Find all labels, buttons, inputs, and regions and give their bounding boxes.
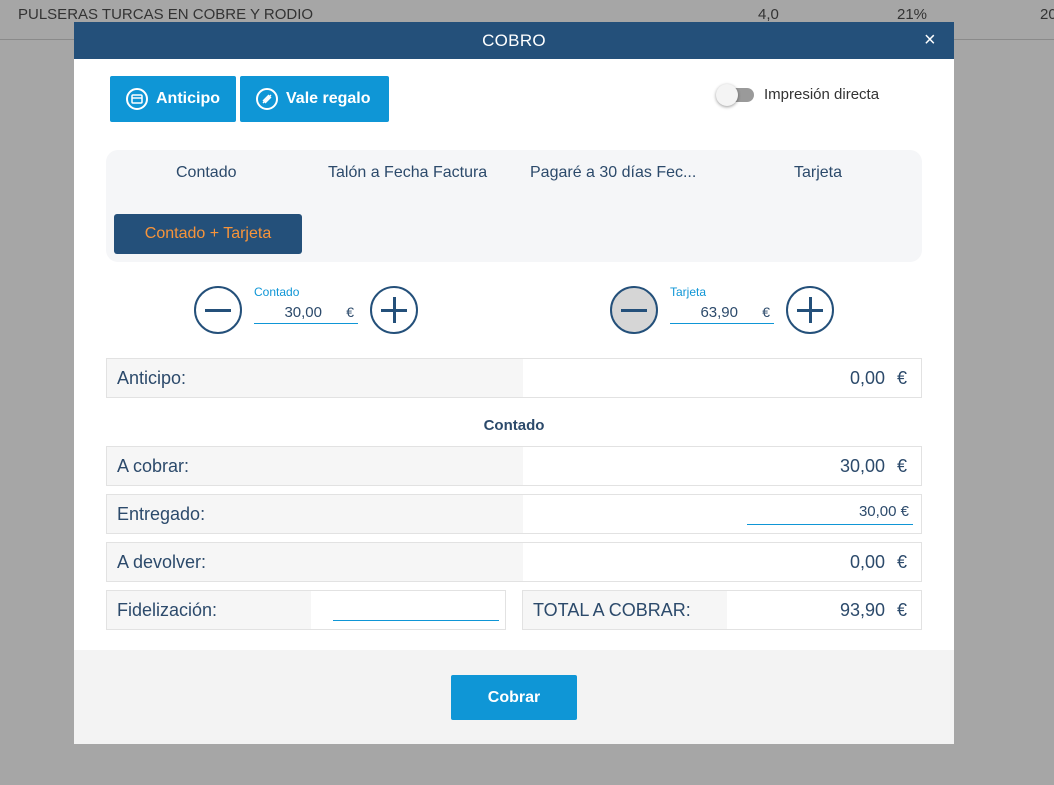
total-row: TOTAL A COBRAR: 93,90 €: [522, 590, 922, 630]
contado-amount-field[interactable]: Contado 30,00 €: [254, 285, 358, 324]
tarjeta-amount-value: 63,90: [700, 304, 738, 321]
close-icon: ×: [924, 29, 936, 51]
anticipo-row-currency: €: [896, 367, 907, 388]
total-currency: €: [896, 599, 907, 620]
anticipo-row-label: Anticipo:: [107, 359, 523, 397]
anticipo-button-label: Anticipo: [156, 90, 220, 107]
tarjeta-amount-currency: €: [762, 304, 770, 320]
a-cobrar-label: A cobrar:: [107, 447, 523, 485]
modal-header: COBRO ×: [74, 22, 954, 59]
a-devolver-row: A devolver: 0,00 €: [106, 542, 922, 582]
method-tarjeta[interactable]: Tarjeta: [794, 164, 842, 182]
anticipo-button[interactable]: Anticipo: [110, 76, 236, 122]
total-label: TOTAL A COBRAR:: [523, 591, 727, 629]
a-devolver-value: 0,00: [849, 551, 885, 572]
anticipo-row: Anticipo: 0,00 €: [106, 358, 922, 398]
entregado-row: Entregado: 30,00 €: [106, 494, 922, 534]
product-description: PULSERAS TURCAS EN COBRE Y RODIO: [18, 6, 314, 23]
method-talon[interactable]: Talón a Fecha Factura: [328, 164, 487, 182]
tarjeta-amount-label: Tarjeta: [670, 285, 707, 299]
total-value: 93,90: [839, 599, 885, 620]
contado-amount-value: 30,00: [284, 304, 322, 321]
fidelizacion-label: Fidelización:: [107, 591, 311, 629]
minus-icon: [621, 308, 647, 312]
tarjeta-amount-field[interactable]: Tarjeta 63,90 €: [670, 285, 774, 324]
payment-methods-panel: Contado Talón a Fecha Factura Pagaré a 3…: [106, 150, 922, 262]
modal-title: COBRO: [482, 30, 546, 50]
entregado-label: Entregado:: [107, 495, 523, 533]
contado-amount-currency: €: [346, 304, 354, 320]
gift-voucher-icon: [256, 88, 278, 110]
a-devolver-currency: €: [896, 551, 907, 572]
contado-amount-label: Contado: [254, 285, 300, 299]
fidelizacion-input[interactable]: [333, 597, 499, 621]
anticipo-row-value: 0,00: [849, 367, 885, 388]
vale-regalo-button-label: Vale regalo: [286, 90, 371, 107]
method-pagare[interactable]: Pagaré a 30 días Fec...: [530, 164, 696, 182]
entregado-input[interactable]: 30,00 €: [747, 503, 913, 525]
close-button[interactable]: ×: [920, 30, 940, 50]
tarjeta-decrease-button[interactable]: [610, 286, 658, 334]
contado-increase-button[interactable]: [370, 286, 418, 334]
fidelizacion-row: Fidelización:: [106, 590, 506, 630]
toggle-knob: [716, 83, 738, 106]
minus-icon: [205, 308, 231, 312]
direct-print-setting: Impresión directa: [716, 83, 880, 106]
cobrar-button[interactable]: Cobrar: [451, 675, 577, 720]
section-title-contado: Contado: [483, 417, 545, 434]
advance-payment-icon: [126, 88, 148, 110]
method-contado-tarjeta[interactable]: Contado + Tarjeta: [114, 214, 302, 254]
payment-modal: COBRO × Anticipo Vale regalo Impresión d…: [74, 22, 954, 744]
direct-print-toggle[interactable]: [716, 83, 754, 106]
tarjeta-increase-button[interactable]: [786, 286, 834, 334]
product-extra: 20: [1040, 6, 1054, 23]
modal-footer: Cobrar: [74, 650, 954, 744]
product-quantity: 4,0: [758, 6, 779, 23]
method-contado[interactable]: Contado: [176, 164, 237, 182]
contado-decrease-button[interactable]: [194, 286, 242, 334]
vale-regalo-button[interactable]: Vale regalo: [240, 76, 389, 122]
a-cobrar-currency: €: [896, 455, 907, 476]
product-vat: 21%: [897, 6, 928, 23]
a-cobrar-row: A cobrar: 30,00 €: [106, 446, 922, 486]
direct-print-label: Impresión directa: [764, 86, 880, 103]
a-devolver-label: A devolver:: [107, 543, 523, 581]
a-cobrar-value: 30,00: [839, 455, 885, 476]
